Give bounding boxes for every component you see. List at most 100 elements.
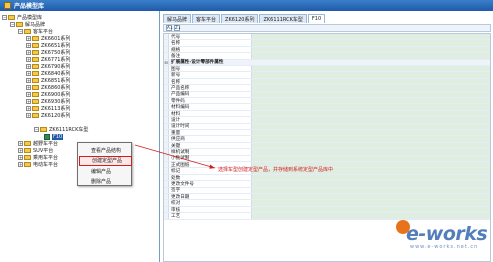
property-value[interactable] xyxy=(252,46,490,53)
tree-node-series[interactable]: + ZK6120系列 xyxy=(26,112,70,119)
tree-node-series[interactable]: + ZK6750系列 xyxy=(26,49,70,56)
sort-descending-button[interactable]: Z↓ xyxy=(174,25,181,31)
section-title: 扩展属性-设计零部件属性 xyxy=(169,59,490,65)
tab[interactable]: ZK6111RCK车型 xyxy=(259,14,307,23)
tree-node-series[interactable]: + ZK6771系列 xyxy=(26,56,70,63)
tab[interactable]: F10 xyxy=(307,14,326,23)
logo-subtext: www.e-works.net.cn xyxy=(410,244,479,250)
property-value[interactable] xyxy=(252,123,490,129)
collapse-icon[interactable]: − xyxy=(18,29,23,34)
folder-icon xyxy=(24,155,31,160)
folder-icon xyxy=(32,50,39,55)
property-name: 材料 xyxy=(169,110,252,117)
property-value[interactable] xyxy=(252,155,490,161)
property-value[interactable] xyxy=(252,117,490,123)
context-menu: 查看产品结构 创建定型产品 编辑产品 删除产品 xyxy=(77,142,132,186)
tree-node-series[interactable]: + ZK6840系列 xyxy=(26,70,70,77)
context-menu-item[interactable]: 创建定型产品 xyxy=(79,155,132,166)
tree-node-brand[interactable]: − 解马品牌 xyxy=(10,21,45,28)
tab[interactable]: 解马品牌 xyxy=(163,14,192,23)
property-value[interactable] xyxy=(252,187,490,193)
folder-icon xyxy=(24,148,31,153)
expand-icon[interactable]: + xyxy=(18,141,23,146)
tree-panel: − 产品模型库 − 解马品牌 − 客车平台 + ZK6601系列 + ZK6651系列… xyxy=(0,11,160,262)
property-value[interactable] xyxy=(252,85,490,91)
tree-node-platform-other[interactable]: + 乘用车平台 xyxy=(18,154,58,161)
property-value[interactable] xyxy=(252,110,490,117)
property-value[interactable] xyxy=(252,34,490,40)
property-value[interactable] xyxy=(252,104,490,110)
context-menu-item[interactable]: 删除产品 xyxy=(79,177,132,187)
expand-icon[interactable]: + xyxy=(26,50,31,55)
property-value[interactable] xyxy=(252,200,490,206)
tab[interactable]: ZK6120系列 xyxy=(221,14,259,23)
property-value[interactable] xyxy=(252,78,490,85)
folder-icon xyxy=(16,22,23,27)
expand-icon[interactable]: + xyxy=(26,106,31,111)
expand-icon[interactable]: + xyxy=(26,64,31,69)
expand-icon[interactable]: + xyxy=(26,57,31,62)
tree-node-platform-other[interactable]: + 电动车平台 xyxy=(18,161,58,168)
property-value[interactable] xyxy=(252,174,490,181)
model-icon xyxy=(44,133,50,140)
expand-icon[interactable]: + xyxy=(18,148,23,153)
tab[interactable]: 客车平台 xyxy=(192,14,221,23)
expand-icon[interactable]: + xyxy=(26,85,31,90)
property-value[interactable] xyxy=(252,149,490,155)
folder-icon xyxy=(8,15,15,20)
collapse-icon[interactable]: − xyxy=(34,127,39,132)
window-titlebar: 产品模型库 xyxy=(0,0,493,11)
property-name: 零件码 xyxy=(169,98,252,104)
tree-node-platform[interactable]: − 客车平台 xyxy=(18,28,53,35)
property-name: 处数 xyxy=(169,174,252,181)
tree-node-series[interactable]: + ZK6790系列 xyxy=(26,63,70,70)
tree-node-series[interactable]: + ZK6930系列 xyxy=(26,98,70,105)
window-title: 产品模型库 xyxy=(14,3,45,10)
property-value[interactable] xyxy=(252,66,490,72)
folder-icon xyxy=(32,36,39,41)
property-name: 备注 xyxy=(169,53,252,59)
property-name: 校对 xyxy=(169,200,252,206)
property-name: 设计时间 xyxy=(169,123,252,129)
property-value[interactable] xyxy=(252,40,490,46)
tree-node-series[interactable]: + ZK6113系列 xyxy=(26,105,70,112)
expand-icon[interactable]: + xyxy=(26,43,31,48)
property-value[interactable] xyxy=(252,130,490,136)
tree-node-series[interactable]: + ZK6860系列 xyxy=(26,84,70,91)
tree-node-platform-other[interactable]: + 越野车平台 xyxy=(18,140,58,147)
collapse-icon[interactable]: − xyxy=(2,15,7,20)
tree-node-series[interactable]: + ZK6601系列 xyxy=(26,35,70,42)
property-value[interactable] xyxy=(252,136,490,142)
folder-icon xyxy=(32,43,39,48)
context-menu-item[interactable]: 查看产品结构 xyxy=(79,145,132,155)
property-name: 更改日期 xyxy=(169,194,252,200)
folder-icon xyxy=(32,57,39,62)
tree-node-selected-model[interactable]: F10 xyxy=(44,133,64,140)
expand-icon[interactable]: + xyxy=(26,113,31,118)
tree-node-series[interactable]: + ZK6851系列 xyxy=(26,77,70,84)
property-value[interactable] xyxy=(252,91,490,97)
context-menu-item[interactable]: 编辑产品 xyxy=(79,166,132,176)
collapse-icon[interactable]: − xyxy=(10,22,15,27)
property-value[interactable] xyxy=(252,194,490,200)
expand-icon[interactable]: + xyxy=(26,99,31,104)
property-value[interactable] xyxy=(252,72,490,78)
expand-icon[interactable]: + xyxy=(18,162,23,167)
tree-node-platform-other[interactable]: + SUV平台 xyxy=(18,147,53,154)
logo-text: e-works xyxy=(406,223,488,245)
expand-icon[interactable]: + xyxy=(26,92,31,97)
expand-icon[interactable]: + xyxy=(26,78,31,83)
property-value[interactable] xyxy=(252,98,490,104)
property-value[interactable] xyxy=(252,181,490,187)
tree-node-series[interactable]: + ZK6900系列 xyxy=(26,91,70,98)
tree-node-series[interactable]: + ZK6651系列 xyxy=(26,42,70,49)
sort-ascending-button[interactable]: A↓ xyxy=(166,25,173,31)
property-value[interactable] xyxy=(252,53,490,59)
tree-node-root[interactable]: − 产品模型库 xyxy=(2,14,42,21)
expand-icon[interactable]: + xyxy=(18,155,23,160)
tree-node-subgroup[interactable]: − ZK6111RCK车型 xyxy=(34,126,88,133)
expand-icon[interactable]: + xyxy=(26,71,31,76)
property-value[interactable] xyxy=(252,142,490,149)
property-name: 关键 xyxy=(169,142,252,149)
expand-icon[interactable]: + xyxy=(26,36,31,41)
